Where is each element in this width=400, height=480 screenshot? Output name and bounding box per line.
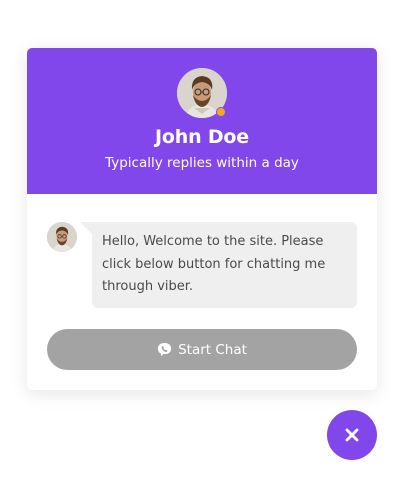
welcome-message-bubble: Hello, Welcome to the site. Please click… xyxy=(80,222,357,308)
start-chat-button[interactable]: Start Chat xyxy=(47,329,357,370)
chat-widget: John Doe Typically replies within a day … xyxy=(27,48,377,390)
close-icon xyxy=(345,428,359,442)
message-avatar xyxy=(47,222,77,252)
agent-name: John Doe xyxy=(155,126,249,148)
close-widget-button[interactable] xyxy=(327,410,377,460)
viber-icon xyxy=(157,342,172,357)
chat-header: John Doe Typically replies within a day xyxy=(27,48,377,194)
start-chat-label: Start Chat xyxy=(178,341,247,358)
online-status-dot xyxy=(216,107,226,117)
agent-reply-status: Typically replies within a day xyxy=(105,155,299,171)
